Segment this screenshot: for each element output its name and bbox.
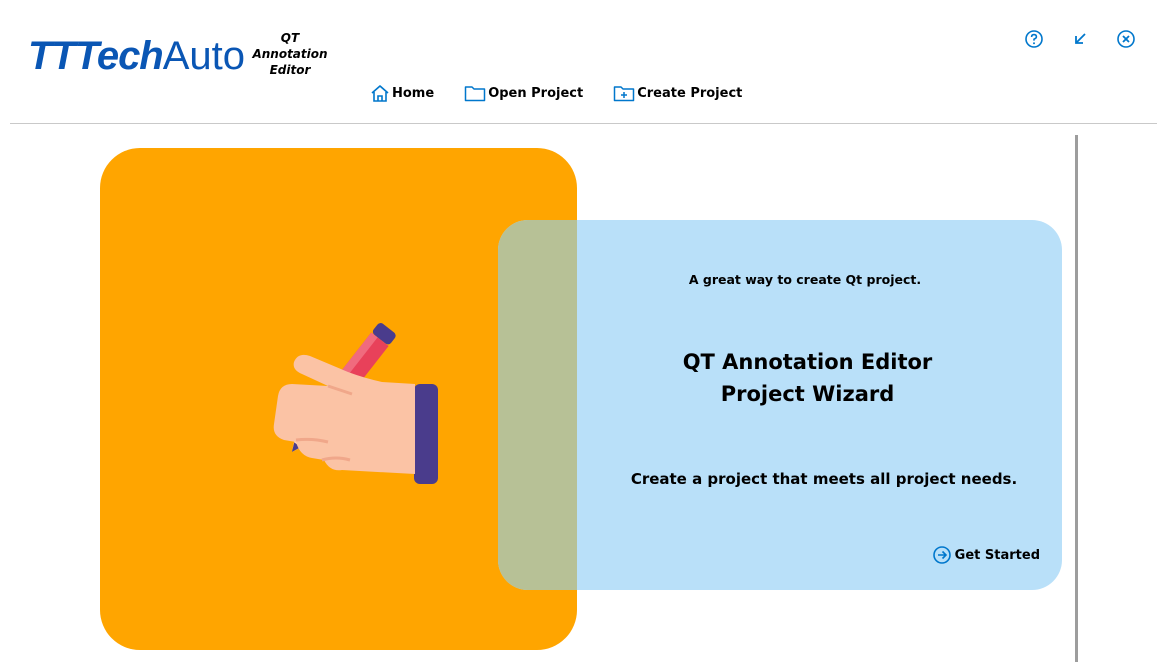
folder-icon	[464, 86, 486, 102]
minimize-button[interactable]	[1069, 28, 1091, 50]
nav-open-project-button[interactable]: Open Project	[464, 84, 583, 102]
app-title-line1: QT	[280, 31, 300, 45]
app-title-line3: Editor	[269, 63, 311, 77]
vertical-scroll-divider	[1075, 135, 1078, 662]
nav-create-project-button[interactable]: Create Project	[613, 84, 742, 102]
close-icon	[1117, 30, 1135, 48]
nav-home-label: Home	[392, 85, 435, 101]
wizard-title-line2: Project Wizard	[720, 382, 895, 406]
close-button[interactable]	[1115, 28, 1137, 50]
help-button[interactable]	[1023, 28, 1045, 50]
header-divider	[10, 123, 1157, 124]
home-icon	[371, 85, 389, 102]
window-controls	[999, 28, 1137, 50]
nav-open-project-label: Open Project	[488, 85, 584, 101]
get-started-label: Get Started	[954, 547, 1040, 563]
arrow-right-circle-icon	[932, 546, 951, 564]
top-nav: Home Open Project Create Project	[370, 84, 772, 102]
wizard-info-panel: A great way to create Qt project. QT Ann…	[498, 220, 1062, 590]
minimize-icon	[1075, 33, 1086, 44]
nav-home-button[interactable]: Home	[370, 84, 434, 102]
hand-writing-icon	[273, 323, 438, 484]
brand-logo: TTTechAuto	[28, 30, 245, 82]
wizard-title-line1: QT Annotation Editor	[682, 350, 933, 374]
brand-logo-part1: TTTech	[28, 34, 164, 78]
help-icon	[1025, 30, 1043, 48]
app-title: QT Annotation Editor	[238, 30, 342, 78]
nav-create-project-label: Create Project	[637, 85, 743, 101]
wizard-tagline: A great way to create Qt project.	[688, 272, 922, 287]
brand-logo-part2: Auto	[162, 34, 246, 78]
wizard-title: QT Annotation Editor Project Wizard	[498, 346, 1062, 410]
get-started-button[interactable]: Get Started	[932, 545, 1040, 565]
wizard-description: Create a project that meets all project …	[630, 470, 1018, 488]
folder-add-icon	[613, 86, 635, 102]
app-title-line2: Annotation	[252, 47, 328, 61]
